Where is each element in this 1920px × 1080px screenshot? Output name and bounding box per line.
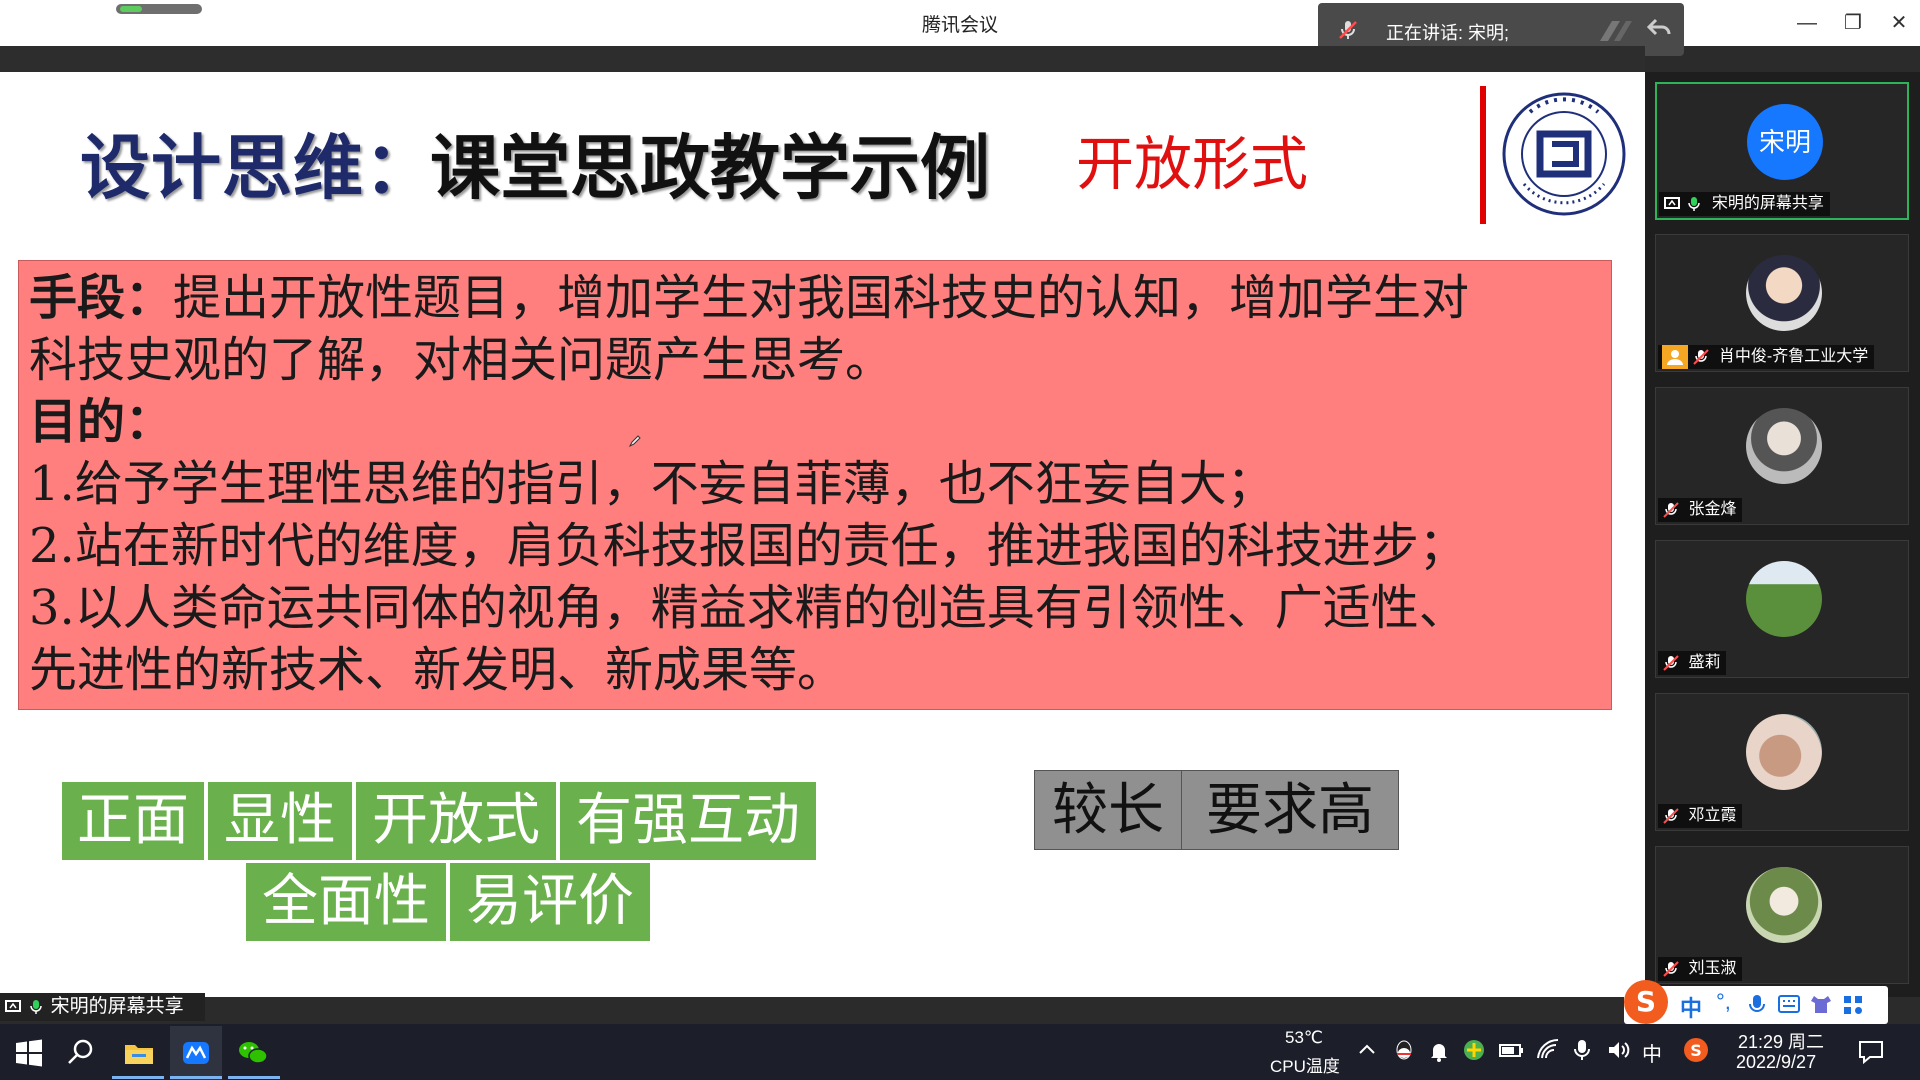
mic-on-icon xyxy=(1688,196,1701,211)
svg-text:S: S xyxy=(1690,1041,1702,1060)
avatar xyxy=(1746,561,1822,637)
mic-on-icon xyxy=(30,999,43,1014)
slide-subtitle: 开放形式 xyxy=(1076,130,1309,198)
tencent-meeting-icon[interactable] xyxy=(179,1036,213,1070)
svg-text:S: S xyxy=(1636,985,1656,1018)
signal-bars-icon xyxy=(1600,21,1632,41)
skin-icon[interactable] xyxy=(1810,994,1832,1014)
participant-tile-deng-lixia[interactable]: 邓立霞 xyxy=(1655,693,1909,831)
toolbar-strip xyxy=(0,46,1645,72)
qq-icon[interactable] xyxy=(1392,1038,1416,1062)
tag-longer: 较长 xyxy=(1034,770,1182,850)
mic-muted-icon xyxy=(1663,808,1679,824)
participant-name-bar: 张金烽 xyxy=(1658,498,1743,522)
chevron-up-icon[interactable] xyxy=(1358,1042,1376,1056)
participant-name-bar: 肖中俊-齐鲁工业大学 xyxy=(1658,345,1875,369)
avatar xyxy=(1746,867,1822,943)
cpu-temperature: 53℃ xyxy=(1285,1028,1324,1047)
wechat-icon[interactable] xyxy=(236,1036,270,1070)
punctuation-icon[interactable]: °, xyxy=(1716,989,1731,1015)
text-line: 科技史观的了解，对相关问题产生思考。 xyxy=(29,332,894,388)
text-line: 1.给予学生理性思维的指引，不妄自菲薄，也不狂妄自大； xyxy=(29,456,1275,512)
tag-explicit: 显性 xyxy=(208,782,352,860)
tag-easy-evaluate: 易评价 xyxy=(450,863,650,941)
content-text-box: 手段：提出开放性题目，增加学生对我国科技史的认知，增加学生对 科技史观的了解，对… xyxy=(18,260,1612,710)
mic-muted-icon xyxy=(1339,21,1357,39)
mic-muted-icon xyxy=(1663,961,1679,977)
participant-name-bar: 宋明的屏幕共享 xyxy=(1659,192,1830,216)
screen-share-icon xyxy=(1664,196,1680,209)
text-line: 2.站在新时代的维度，肩负科技报国的责任，推进我国的科技进步； xyxy=(29,518,1467,574)
shared-slide: 设计思维： 课堂思政教学示例 开放形式 手段：提出开放性题目，增加学生对我国科技… xyxy=(0,72,1645,997)
close-button[interactable]: ✕ xyxy=(1884,8,1914,38)
user-icon xyxy=(1662,345,1688,369)
volume-icon[interactable] xyxy=(1606,1038,1630,1062)
avatar xyxy=(1746,408,1822,484)
active-indicator xyxy=(170,1076,222,1079)
avatar xyxy=(1746,255,1822,331)
mic-muted-icon xyxy=(1663,655,1679,671)
mic-muted-icon xyxy=(1693,349,1710,365)
voice-input-icon[interactable] xyxy=(1748,994,1766,1016)
participant-name-bar: 刘玉淑 xyxy=(1658,957,1743,981)
security-app-icon[interactable] xyxy=(1462,1038,1486,1062)
slide-title-prefix: 设计思维： xyxy=(80,127,435,209)
toolbox-icon[interactable] xyxy=(1842,994,1864,1016)
text-line: 手段：提出开放性题目，增加学生对我国科技史的认知，增加学生对 xyxy=(29,270,1470,326)
text-line: 目的： xyxy=(29,394,174,450)
clock-date[interactable]: 2022/9/27 xyxy=(1736,1052,1816,1073)
tag-interactive: 有强互动 xyxy=(560,782,816,860)
avatar: 宋明 xyxy=(1747,104,1823,180)
action-center-icon[interactable] xyxy=(1858,1040,1884,1064)
screen-share-label: 宋明的屏幕共享 xyxy=(0,993,205,1021)
pen-cursor-icon xyxy=(628,435,641,448)
microphone-icon[interactable] xyxy=(1572,1038,1592,1062)
search-icon[interactable] xyxy=(64,1036,98,1070)
active-indicator xyxy=(112,1076,164,1079)
minimize-button[interactable]: — xyxy=(1792,8,1822,38)
restore-button[interactable]: ❐ xyxy=(1838,8,1868,38)
participant-name-bar: 盛莉 xyxy=(1658,651,1727,675)
ime-mode[interactable]: 中 xyxy=(1680,991,1702,1023)
input-method-indicator[interactable]: 中 xyxy=(1642,1038,1662,1067)
tag-frontal: 正面 xyxy=(62,782,204,860)
avatar xyxy=(1746,714,1822,790)
tag-open: 开放式 xyxy=(356,782,556,860)
participant-tile-song-ming[interactable]: 宋明 宋明的屏幕共享 xyxy=(1655,82,1909,220)
text-line: 先进性的新技术、新发明、新成果等。 xyxy=(29,642,846,698)
windows-start-icon[interactable] xyxy=(12,1036,46,1070)
university-logo xyxy=(1502,92,1626,216)
tag-high-demand: 要求高 xyxy=(1181,770,1399,850)
return-icon[interactable] xyxy=(1646,15,1672,41)
screen-share-icon xyxy=(5,999,21,1012)
divider-bar xyxy=(1480,86,1486,224)
participant-name-bar: 邓立霞 xyxy=(1658,804,1743,828)
participant-tile-sheng-li[interactable]: 盛莉 xyxy=(1655,540,1909,678)
battery-icon[interactable] xyxy=(1498,1040,1524,1060)
text-line: 3.以人类命运共同体的视角，精益求精的创造具有引领性、广适性、 xyxy=(29,580,1467,636)
slide-title: 课堂思政教学示例 xyxy=(430,127,990,209)
mic-muted-icon xyxy=(1663,502,1679,518)
cpu-temperature-label: CPU温度 xyxy=(1270,1057,1340,1076)
active-indicator xyxy=(228,1076,280,1079)
sogou-tray-icon[interactable]: S xyxy=(1682,1036,1710,1064)
notification-bell-icon[interactable] xyxy=(1428,1040,1450,1062)
ime-toolbar[interactable]: S 中 °, xyxy=(1624,980,1888,1024)
participant-tile-zhang-jinfeng[interactable]: 张金烽 xyxy=(1655,387,1909,525)
participant-tile-liu-yushu[interactable]: 刘玉淑 xyxy=(1655,846,1909,984)
tag-comprehensive: 全面性 xyxy=(246,863,446,941)
windows-taskbar xyxy=(0,1024,1920,1080)
clock-time[interactable]: 21:29 周二 xyxy=(1738,1028,1824,1054)
wifi-icon[interactable] xyxy=(1536,1038,1560,1062)
keyboard-icon[interactable] xyxy=(1778,995,1800,1013)
sogou-logo-icon[interactable]: S xyxy=(1622,978,1670,1026)
speaking-text: 正在讲话: 宋明; xyxy=(1386,23,1510,43)
participant-tile-xiao-zhongjun[interactable]: 肖中俊-齐鲁工业大学 xyxy=(1655,234,1909,372)
file-explorer-icon[interactable] xyxy=(122,1036,156,1070)
